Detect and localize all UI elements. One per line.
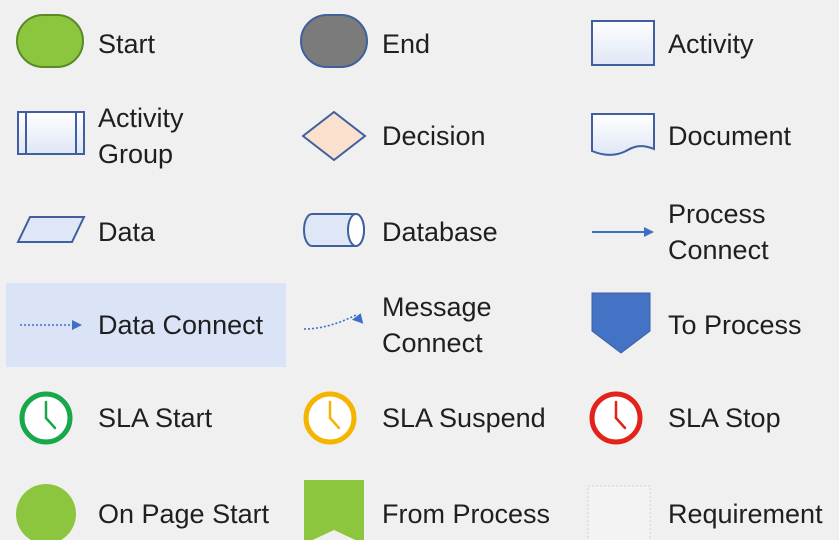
shape-item-activity-group[interactable]: Activity Group [6, 94, 286, 178]
shape-item-sla-suspend[interactable]: SLA Suspend [290, 376, 570, 460]
from-process-icon [296, 472, 372, 540]
shape-label: Start [98, 29, 156, 59]
shape-item-data[interactable]: Data [6, 190, 286, 274]
shape-label: SLA Start [98, 403, 213, 433]
shape-item-message-connect[interactable]: Message Connect [290, 283, 570, 367]
shape-label: Activity Group [98, 103, 184, 169]
shape-item-document[interactable]: Document [576, 94, 839, 178]
to-process-icon [582, 283, 658, 367]
shape-label: Data Connect [98, 310, 264, 340]
on-page-start-icon [12, 472, 88, 540]
end-shape-icon [296, 2, 372, 86]
shape-label: End [382, 29, 431, 59]
shape-label: Message Connect [382, 292, 492, 358]
shape-label: Database [382, 217, 498, 247]
activity-group-shape-icon [12, 94, 88, 178]
shape-item-on-page-start[interactable]: On Page Start [6, 472, 286, 540]
shape-label: Activity [668, 29, 754, 59]
activity-shape-icon [582, 2, 658, 86]
shape-label: Decision [382, 121, 486, 151]
shape-item-activity[interactable]: Activity [576, 2, 839, 86]
shape-label: Requirement [668, 499, 823, 529]
shape-item-requirement[interactable]: Requirement [576, 472, 839, 540]
sla-stop-clock-icon [582, 376, 658, 460]
data-shape-icon [12, 190, 88, 274]
shape-item-database[interactable]: Database [290, 190, 570, 274]
shape-item-data-connect[interactable]: Data Connect [6, 283, 286, 367]
shape-label: SLA Suspend [382, 403, 546, 433]
process-connect-icon [582, 190, 658, 274]
shape-item-sla-start[interactable]: SLA Start [6, 376, 286, 460]
decision-shape-icon [296, 94, 372, 178]
data-connect-icon [12, 283, 88, 367]
shape-item-process-connect[interactable]: Process Connect [576, 190, 839, 274]
shape-item-decision[interactable]: Decision [290, 94, 570, 178]
shape-label: Data [98, 217, 156, 247]
sla-start-clock-icon [12, 376, 88, 460]
document-shape-icon [582, 94, 658, 178]
shape-label: To Process [668, 310, 802, 340]
shape-item-start[interactable]: Start [6, 2, 286, 86]
message-connect-icon [296, 283, 372, 367]
requirement-shape-icon [582, 472, 658, 540]
shape-label: From Process [382, 499, 551, 529]
shape-item-from-process[interactable]: From Process [290, 472, 570, 540]
shape-label: Process Connect [668, 199, 769, 265]
shape-item-sla-stop[interactable]: SLA Stop [576, 376, 839, 460]
shape-label: On Page Start [98, 499, 270, 529]
start-shape-icon [12, 2, 88, 86]
shape-item-end[interactable]: End [290, 2, 570, 86]
database-shape-icon [296, 190, 372, 274]
shape-label: Document [668, 121, 792, 151]
shape-item-to-process[interactable]: To Process [576, 283, 839, 367]
shape-stencil-panel: Start End Activity Activity Group Decisi… [0, 0, 839, 540]
shape-label: SLA Stop [668, 403, 781, 433]
sla-suspend-clock-icon [296, 376, 372, 460]
